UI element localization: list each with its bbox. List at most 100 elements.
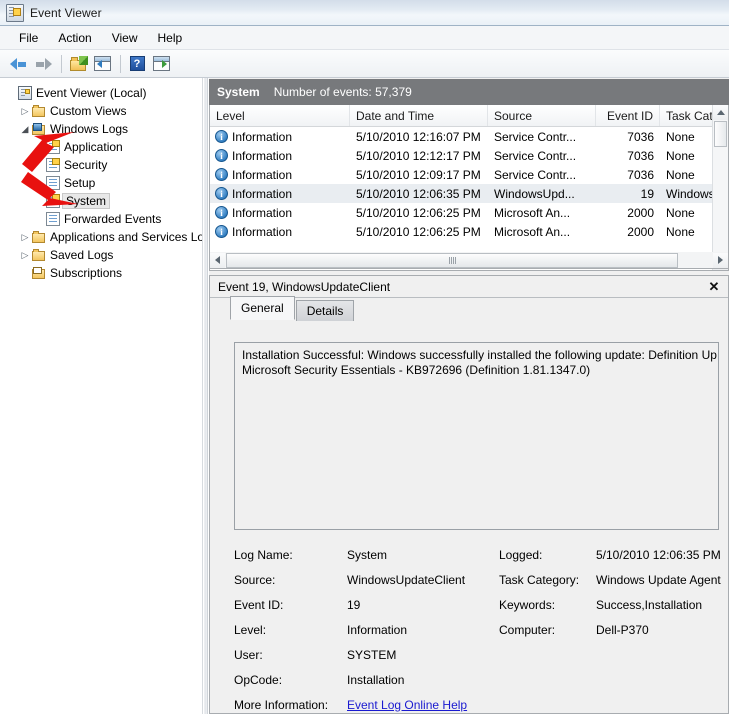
- pane-splitter[interactable]: [203, 78, 208, 714]
- forward-button[interactable]: [32, 53, 54, 75]
- tree-item-forwarded-events[interactable]: Forwarded Events: [0, 210, 202, 228]
- menu-file[interactable]: File: [10, 29, 47, 47]
- field-label: User:: [234, 647, 263, 662]
- event-id-cell: 2000: [627, 224, 654, 239]
- field-label: OpCode:: [234, 672, 283, 687]
- event-datetime-cell: 5/10/2010 12:06:25 PM: [356, 205, 481, 220]
- field-value: 5/10/2010 12:06:35 PM: [596, 547, 721, 562]
- column-header-source[interactable]: Source: [488, 105, 596, 126]
- event-count-label: Number of events: 57,379: [273, 85, 412, 99]
- toolbar: ?: [0, 50, 729, 78]
- column-header-event-id[interactable]: Event ID: [596, 105, 660, 126]
- event-task-category-cell: Windows: [666, 186, 714, 201]
- log-badge-icon: [46, 194, 60, 208]
- column-header-date-and-time[interactable]: Date and Time: [350, 105, 488, 126]
- folder-pencil-icon: [69, 55, 88, 71]
- event-source-cell: Service Contr...: [494, 129, 577, 144]
- column-header-task-cate[interactable]: Task Cate: [660, 105, 714, 126]
- event-level-cell: i Information: [210, 149, 350, 163]
- event-source-cell: Microsoft An...: [494, 224, 571, 239]
- help-button[interactable]: ?: [126, 53, 148, 75]
- field-value: Installation: [347, 672, 405, 687]
- tree-item-label: Applications and Services Lo: [50, 230, 203, 244]
- event-list-vertical-scrollbar[interactable]: [712, 105, 728, 270]
- event-level-cell: i Information: [210, 225, 350, 239]
- information-icon: i: [215, 149, 228, 162]
- event-level-label: Information: [232, 148, 293, 163]
- menu-view[interactable]: View: [103, 29, 147, 47]
- show-hide-action-pane-button[interactable]: [150, 53, 172, 75]
- log-name-label: System: [217, 85, 260, 99]
- event-description: Installation Successful: Windows success…: [234, 342, 719, 530]
- tree-item-system[interactable]: System: [0, 192, 202, 210]
- event-fields: Log Name: System Source: WindowsUpdateClien…: [234, 542, 721, 712]
- tab-details[interactable]: Details: [295, 300, 355, 321]
- scroll-up-button[interactable]: [713, 105, 728, 120]
- twisty-collapsed-icon[interactable]: ▷: [18, 106, 32, 117]
- tree-item-label: Custom Views: [50, 104, 127, 118]
- event-log-online-help-link[interactable]: Event Log Online Help: [347, 698, 467, 712]
- event-row[interactable]: i Information 5/10/2010 12:16:07 PM Service…: [210, 127, 728, 146]
- event-task-category-cell: None: [666, 129, 695, 144]
- folder-icon: [32, 230, 46, 244]
- console-tree-pane: Event Viewer (Local) ▷ Custom Views ◢ Window…: [0, 78, 203, 714]
- tree-item-custom-views[interactable]: ▷ Custom Views: [0, 102, 202, 120]
- event-row[interactable]: i Information 5/10/2010 12:06:25 PM Microso…: [210, 222, 728, 241]
- event-list-column-headers: LevelDate and TimeSourceEvent IDTask Cat…: [210, 105, 728, 127]
- scroll-right-button[interactable]: [713, 252, 728, 268]
- event-list-horizontal-scrollbar[interactable]: [209, 252, 729, 269]
- horizontal-scroll-track[interactable]: [225, 252, 713, 268]
- tree-item-windows-logs[interactable]: ◢ Windows Logs: [0, 120, 202, 138]
- event-task-category-cell: None: [666, 167, 695, 182]
- event-task-category-cell: None: [666, 205, 695, 220]
- event-source-cell: Service Contr...: [494, 167, 577, 182]
- event-task-category-cell: None: [666, 148, 695, 163]
- field-label: Logged:: [499, 547, 543, 562]
- triangle-right-icon: [718, 256, 723, 264]
- question-mark-icon: ?: [129, 56, 145, 71]
- field-label: Keywords:: [499, 597, 556, 612]
- event-row[interactable]: i Information 5/10/2010 12:12:17 PM Service…: [210, 146, 728, 165]
- event-datetime-cell: 5/10/2010 12:12:17 PM: [356, 148, 481, 163]
- tree-item-application[interactable]: Application: [0, 138, 202, 156]
- tree-item-applications-and-services-lo[interactable]: ▷ Applications and Services Lo: [0, 228, 202, 246]
- tree-item-setup[interactable]: Setup: [0, 174, 202, 192]
- column-header-level[interactable]: Level: [210, 105, 350, 126]
- tree-item-subscriptions[interactable]: Subscriptions: [0, 264, 202, 282]
- field-label: Event ID:: [234, 597, 284, 612]
- tab-general[interactable]: General: [230, 296, 295, 320]
- event-id-cell: 7036: [627, 148, 654, 163]
- event-id-cell: 19: [640, 186, 654, 201]
- event-id-cell: 2000: [627, 205, 654, 220]
- properties-button[interactable]: [67, 53, 89, 75]
- tree-item-security[interactable]: Security: [0, 156, 202, 174]
- event-row[interactable]: i Information 5/10/2010 12:09:17 PM Service…: [210, 165, 728, 184]
- twisty-collapsed-icon[interactable]: ▷: [18, 250, 32, 261]
- event-level-cell: i Information: [210, 130, 350, 144]
- show-hide-console-tree-button[interactable]: [91, 53, 113, 75]
- event-detail-pane: Event 19, WindowsUpdateClient ✕ General …: [209, 275, 729, 714]
- event-level-cell: i Information: [210, 206, 350, 220]
- vertical-scroll-thumb[interactable]: [714, 121, 727, 147]
- back-arrow-icon: [10, 57, 28, 71]
- event-level-label: Information: [232, 129, 293, 144]
- back-button[interactable]: [8, 53, 30, 75]
- event-row[interactable]: i Information 5/10/2010 12:06:25 PM Microso…: [210, 203, 728, 222]
- event-row[interactable]: i Information 5/10/2010 12:06:35 PM Windows…: [210, 184, 728, 203]
- event-id-cell: 7036: [627, 167, 654, 182]
- close-icon[interactable]: ✕: [706, 279, 722, 295]
- tree-item-label: Setup: [64, 176, 96, 190]
- scroll-left-button[interactable]: [210, 252, 225, 268]
- horizontal-scroll-thumb[interactable]: [226, 252, 678, 268]
- console-tree: Event Viewer (Local) ▷ Custom Views ◢ Window…: [0, 78, 202, 282]
- twisty-collapsed-icon[interactable]: ▷: [18, 232, 32, 243]
- menu-action[interactable]: Action: [49, 29, 100, 47]
- event-id-cell: 7036: [627, 129, 654, 144]
- tree-item-saved-logs[interactable]: ▷ Saved Logs: [0, 246, 202, 264]
- twisty-expanded-icon[interactable]: ◢: [18, 124, 32, 135]
- menu-help[interactable]: Help: [149, 29, 192, 47]
- event-viewer-window: Event Viewer File Action View Help ? Eve…: [0, 0, 729, 714]
- event-datetime-cell: 5/10/2010 12:06:25 PM: [356, 224, 481, 239]
- tree-item-event-viewer-local[interactable]: Event Viewer (Local): [0, 84, 202, 102]
- console-tree-icon: [93, 56, 111, 71]
